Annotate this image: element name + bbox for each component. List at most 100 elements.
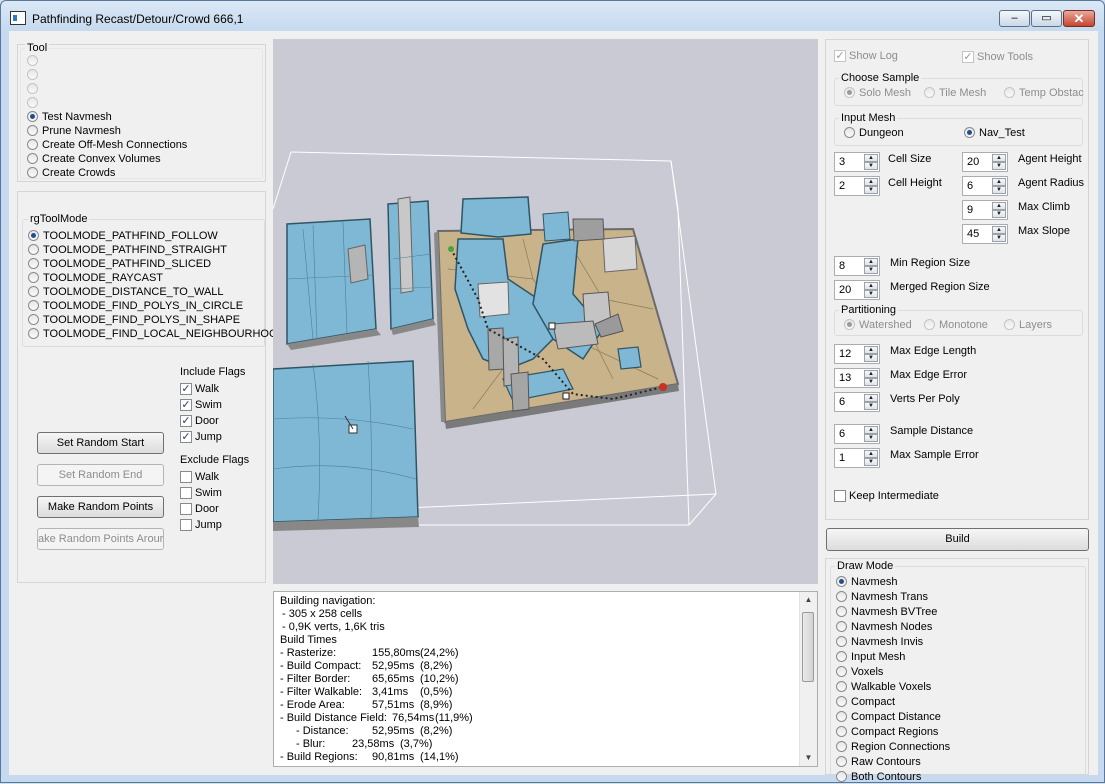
draw-mode-option-radio[interactable] <box>836 651 847 662</box>
draw-mode-option-radio[interactable] <box>836 666 847 677</box>
navmesh-viewport[interactable] <box>273 39 818 584</box>
tool-option-radio[interactable] <box>27 167 38 178</box>
draw-mode-option-radio[interactable] <box>836 696 847 707</box>
region-param-value[interactable]: 20 <box>839 284 851 296</box>
exclude-flag-checkbox[interactable] <box>180 471 192 483</box>
tool-option-radio[interactable] <box>27 111 38 122</box>
tool-option-radio[interactable] <box>27 69 38 80</box>
agent-param-spinner[interactable]: 6 ▲ ▼ <box>962 176 1008 196</box>
region-param-spinner[interactable]: 20 ▲ ▼ <box>834 280 880 300</box>
agent-param-spinner[interactable]: 9 ▲ ▼ <box>962 200 1008 220</box>
edge-param-increment-icon[interactable]: ▲ <box>864 394 878 402</box>
region-param-decrement-icon[interactable]: ▼ <box>864 266 878 274</box>
agent-param-value[interactable]: 9 <box>967 204 973 216</box>
edge-param-value[interactable]: 12 <box>839 348 851 360</box>
draw-mode-option-radio[interactable] <box>836 681 847 692</box>
partitioning-option-radio[interactable] <box>844 319 855 330</box>
minimize-button[interactable]: – <box>999 10 1030 27</box>
show-tools-checkbox[interactable]: ✓ <box>962 51 974 63</box>
edge-param-increment-icon[interactable]: ▲ <box>864 346 878 354</box>
agent-param-increment-icon[interactable]: ▲ <box>992 226 1006 234</box>
draw-mode-option-radio[interactable] <box>836 771 847 782</box>
region-param-increment-icon[interactable]: ▲ <box>864 258 878 266</box>
tool-option-radio[interactable] <box>27 83 38 94</box>
sample-param-value[interactable]: 6 <box>839 428 845 440</box>
agent-param-spinner[interactable]: 20 ▲ ▼ <box>962 152 1008 172</box>
edge-param-value[interactable]: 13 <box>839 372 851 384</box>
include-flag-checkbox[interactable]: ✓ <box>180 383 192 395</box>
agent-param-value[interactable]: 6 <box>967 180 973 192</box>
tool-option-radio[interactable] <box>27 125 38 136</box>
param-spinner[interactable]: 3 ▲ ▼ <box>834 152 880 172</box>
sample-param-increment-icon[interactable]: ▲ <box>864 426 878 434</box>
draw-mode-option-radio[interactable] <box>836 606 847 617</box>
tool-mode-option-radio[interactable] <box>28 328 39 339</box>
sample-option-radio[interactable] <box>924 87 935 98</box>
param-decrement-icon[interactable]: ▼ <box>864 186 878 194</box>
edge-param-decrement-icon[interactable]: ▼ <box>864 354 878 362</box>
draw-mode-option-radio[interactable] <box>836 621 847 632</box>
tool-option-radio[interactable] <box>27 153 38 164</box>
tool-mode-option-radio[interactable] <box>28 272 39 283</box>
sample-param-value[interactable]: 1 <box>839 452 845 464</box>
tool-mode-option-radio[interactable] <box>28 258 39 269</box>
include-flag-checkbox[interactable]: ✓ <box>180 415 192 427</box>
agent-param-decrement-icon[interactable]: ▼ <box>992 162 1006 170</box>
tool-mode-option-radio[interactable] <box>28 244 39 255</box>
tool-option-radio[interactable] <box>27 139 38 150</box>
exclude-flag-checkbox[interactable] <box>180 503 192 515</box>
title-bar[interactable]: Pathfinding Recast/Detour/Crowd 666,1 – … <box>1 1 1104 35</box>
sample-param-spinner[interactable]: 1 ▲ ▼ <box>834 448 880 468</box>
keep-intermediate-checkbox[interactable] <box>834 490 846 502</box>
make-random-points-button[interactable]: Make Random Points <box>37 496 164 518</box>
show-log-checkbox[interactable]: ✓ <box>834 50 846 62</box>
agent-param-decrement-icon[interactable]: ▼ <box>992 186 1006 194</box>
edge-param-spinner[interactable]: 6 ▲ ▼ <box>834 392 880 412</box>
build-button[interactable]: Build <box>826 528 1089 551</box>
sample-param-spinner[interactable]: 6 ▲ ▼ <box>834 424 880 444</box>
region-param-spinner[interactable]: 8 ▲ ▼ <box>834 256 880 276</box>
input-mesh-option-radio[interactable] <box>964 127 975 138</box>
draw-mode-option-radio[interactable] <box>836 726 847 737</box>
close-button[interactable]: ✕ <box>1063 10 1095 27</box>
maximize-button[interactable]: ▭ <box>1031 10 1062 27</box>
sample-param-decrement-icon[interactable]: ▼ <box>864 458 878 466</box>
draw-mode-option-radio[interactable] <box>836 576 847 587</box>
agent-param-value[interactable]: 45 <box>967 228 979 240</box>
region-param-increment-icon[interactable]: ▲ <box>864 282 878 290</box>
tool-mode-option-radio[interactable] <box>28 314 39 325</box>
exclude-flag-checkbox[interactable] <box>180 487 192 499</box>
tool-option-radio[interactable] <box>27 97 38 108</box>
tool-mode-option-radio[interactable] <box>28 300 39 311</box>
agent-param-decrement-icon[interactable]: ▼ <box>992 234 1006 242</box>
sample-param-decrement-icon[interactable]: ▼ <box>864 434 878 442</box>
build-log[interactable]: Building navigation: - 305 x 258 cells - 0… <box>273 591 818 767</box>
agent-param-spinner[interactable]: 45 ▲ ▼ <box>962 224 1008 244</box>
edge-param-increment-icon[interactable]: ▲ <box>864 370 878 378</box>
make-random-points-around-button[interactable]: ake Random Points Arour <box>37 528 164 550</box>
sample-param-increment-icon[interactable]: ▲ <box>864 450 878 458</box>
include-flag-checkbox[interactable]: ✓ <box>180 399 192 411</box>
tool-mode-option-radio[interactable] <box>28 286 39 297</box>
partitioning-option-radio[interactable] <box>1004 319 1015 330</box>
edge-param-spinner[interactable]: 12 ▲ ▼ <box>834 344 880 364</box>
draw-mode-option-radio[interactable] <box>836 741 847 752</box>
edge-param-value[interactable]: 6 <box>839 396 845 408</box>
scroll-up-icon[interactable]: ▲ <box>800 592 817 608</box>
scroll-thumb[interactable] <box>802 612 814 682</box>
sample-option-radio[interactable] <box>1004 87 1015 98</box>
agent-param-increment-icon[interactable]: ▲ <box>992 202 1006 210</box>
draw-mode-option-radio[interactable] <box>836 711 847 722</box>
param-increment-icon[interactable]: ▲ <box>864 154 878 162</box>
draw-mode-option-radio[interactable] <box>836 591 847 602</box>
draw-mode-option-radio[interactable] <box>836 756 847 767</box>
region-param-decrement-icon[interactable]: ▼ <box>864 290 878 298</box>
input-mesh-option-radio[interactable] <box>844 127 855 138</box>
include-flag-checkbox[interactable]: ✓ <box>180 431 192 443</box>
param-value[interactable]: 3 <box>839 156 845 168</box>
agent-param-increment-icon[interactable]: ▲ <box>992 154 1006 162</box>
agent-param-increment-icon[interactable]: ▲ <box>992 178 1006 186</box>
log-scrollbar[interactable]: ▲ ▼ <box>799 592 817 766</box>
param-spinner[interactable]: 2 ▲ ▼ <box>834 176 880 196</box>
set-random-start-button[interactable]: Set Random Start <box>37 432 164 454</box>
